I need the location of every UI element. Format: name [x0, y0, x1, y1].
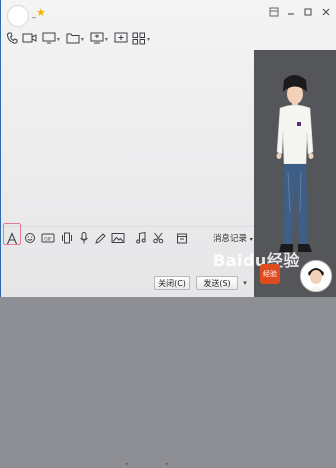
video-call-icon[interactable]	[22, 31, 38, 47]
self-avatar[interactable]	[300, 260, 332, 292]
title-bar: _ ★	[1, 0, 336, 30]
maximize-icon[interactable]	[302, 6, 314, 18]
pin-icon[interactable]	[268, 6, 280, 18]
divider	[1, 226, 254, 227]
history-link[interactable]: 消息记录 ▾	[213, 232, 253, 244]
gif-icon[interactable]: GIF	[41, 231, 55, 247]
message-history-area[interactable]	[1, 50, 254, 225]
svg-text:GIF: GIF	[44, 236, 52, 242]
send-options-chevron-icon[interactable]: ▾	[239, 277, 251, 289]
experience-badge: 经验	[260, 264, 280, 284]
chevron-down-icon[interactable]: ▾	[147, 36, 150, 43]
more-apps-icon[interactable]	[132, 31, 146, 47]
chevron-down-icon: ▾	[249, 236, 253, 243]
music-icon[interactable]	[135, 231, 147, 247]
shake-icon[interactable]	[60, 231, 74, 247]
phone-icon[interactable]	[6, 31, 18, 47]
chevron-down-icon[interactable]: ▾	[165, 461, 168, 468]
chevron-down-icon[interactable]: ▾	[105, 36, 108, 43]
remote-desktop-icon[interactable]	[90, 31, 104, 47]
emoji-icon[interactable]	[24, 231, 36, 247]
chevron-down-icon[interactable]: ▾	[81, 36, 84, 43]
image-icon[interactable]	[111, 231, 125, 247]
app-center-icon[interactable]	[114, 31, 128, 47]
send-button[interactable]: 发送(S)	[196, 276, 238, 290]
doodle-icon[interactable]	[94, 231, 106, 247]
avatar-figure	[276, 75, 314, 252]
history-icon[interactable]	[176, 231, 188, 247]
chevron-down-icon[interactable]: ▾	[125, 461, 128, 468]
watermark: Baidu经验	[213, 251, 300, 270]
font-icon[interactable]	[6, 232, 18, 248]
file-transfer-icon[interactable]	[66, 31, 80, 47]
minimize-icon[interactable]	[285, 6, 297, 18]
contact-avatar[interactable]	[7, 5, 29, 27]
voice-icon[interactable]	[78, 231, 90, 247]
star-icon: ★	[36, 6, 46, 19]
screen-share-icon[interactable]	[42, 31, 56, 47]
close-button[interactable]: 关闭(C)	[154, 276, 190, 290]
chevron-down-icon[interactable]: ▾	[57, 36, 60, 43]
top-toolbar: ▾ ▾ ▾ ▾	[1, 31, 161, 49]
chat-window: _ ★ ▾ ▾ ▾ ▾ GIF ▾ ▾ 消息记录 ▾ 关闭(C) 发送(S) ▾…	[0, 0, 336, 468]
history-label: 消息记录	[213, 234, 248, 244]
screenshot-icon[interactable]	[152, 231, 166, 247]
close-icon[interactable]	[320, 6, 332, 18]
